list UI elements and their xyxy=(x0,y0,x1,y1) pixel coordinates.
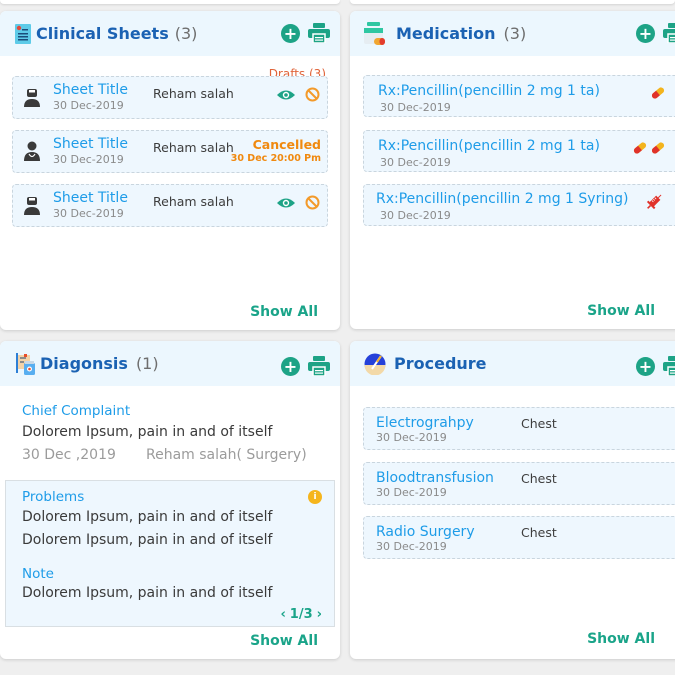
doctor-icon xyxy=(24,197,40,215)
pill-icon xyxy=(651,142,665,154)
info-icon[interactable]: i xyxy=(308,490,322,504)
procedure-site: Chest xyxy=(521,416,557,431)
card-above-right xyxy=(350,0,675,4)
medication-count: (3) xyxy=(503,24,527,43)
pill-icon xyxy=(633,142,647,154)
sheet-date: 30 Dec-2019 xyxy=(53,153,124,166)
procedure-row[interactable]: Radio Surgery 30 Dec-2019 Chest xyxy=(363,516,675,559)
note-label: Note xyxy=(22,566,54,582)
procedure-date: 30 Dec-2019 xyxy=(376,486,447,499)
diagnosis-pager: ‹ 1/3 › xyxy=(280,607,322,622)
diagnosis-date: 30 Dec ,2019 xyxy=(22,447,116,463)
diagnosis-actions: + xyxy=(281,356,330,376)
sheet-date: 30 Dec-2019 xyxy=(53,207,124,220)
sheet-title[interactable]: Sheet Title xyxy=(53,82,128,98)
cancelled-time: 30 Dec 20:00 Pm xyxy=(230,153,321,164)
medication-date: 30 Dec-2019 xyxy=(380,156,451,169)
medication-title: Medication xyxy=(396,24,496,43)
clinical-sheets-title: Clinical Sheets xyxy=(36,24,169,43)
medication-title-text[interactable]: Rx:Pencillin(pencillin 2 mg 1 ta) xyxy=(378,83,600,99)
medication-date: 30 Dec-2019 xyxy=(380,209,451,222)
diagnosis-title: Diagonsis xyxy=(40,354,128,373)
cancel-ban-icon[interactable] xyxy=(305,195,320,210)
procedure-row[interactable]: Bloodtransfusion 30 Dec-2019 Chest xyxy=(363,462,675,505)
clinical-sheets-card: Clinical Sheets (3) + Drafts (3) Sheet T… xyxy=(0,11,340,330)
problems-label: Problems xyxy=(22,489,85,505)
clinical-sheet-row[interactable]: Sheet Title 30 Dec-2019 Reham salah Canc… xyxy=(12,130,328,173)
diagnosis-count: (1) xyxy=(135,354,159,373)
clinical-sheets-actions: + xyxy=(281,23,330,43)
procedure-title: Procedure xyxy=(394,354,487,373)
syringe-icon xyxy=(646,194,662,210)
add-clinical-sheet-button[interactable]: + xyxy=(281,23,300,43)
medication-row[interactable]: Rx:Pencillin(pencillin 2 mg 1 ta) 30 Dec… xyxy=(363,75,675,117)
chief-complaint-text: Dolorem Ipsum, pain in and of itself xyxy=(22,424,273,440)
sheet-author: Reham salah xyxy=(153,140,234,155)
medication-show-all[interactable]: Show All xyxy=(587,303,655,319)
view-eye-icon[interactable] xyxy=(277,197,295,209)
note-text: Dolorem Ipsum, pain in and of itself xyxy=(22,585,273,601)
cancelled-status: Cancelled xyxy=(252,137,321,152)
clinical-sheet-row[interactable]: Sheet Title 30 Dec-2019 Reham salah xyxy=(12,184,328,227)
procedure-site: Chest xyxy=(521,525,557,540)
procedure-name[interactable]: Electrograhpy xyxy=(376,415,474,431)
procedure-name[interactable]: Radio Surgery xyxy=(376,524,475,540)
pill-icon xyxy=(651,87,665,99)
sheet-author: Reham salah xyxy=(153,86,234,101)
procedure-date: 30 Dec-2019 xyxy=(376,540,447,553)
card-above-left xyxy=(0,0,340,4)
diagnosis-author: Reham salah( Surgery) xyxy=(146,447,307,463)
procedure-actions: + xyxy=(636,356,675,376)
procedure-card: Procedure + Electrograhpy 30 Dec-2019 Ch… xyxy=(350,341,675,659)
clinical-sheet-row[interactable]: Sheet Title 30 Dec-2019 Reham salah xyxy=(12,76,328,119)
nurse-icon xyxy=(24,141,40,161)
medication-row[interactable]: Rx:Pencillin(pencillin 2 mg 1 ta) 30 Dec… xyxy=(363,130,675,172)
doctor-icon xyxy=(24,89,40,107)
procedure-site: Chest xyxy=(521,471,557,486)
medication-bottle-icon xyxy=(364,21,385,45)
chief-complaint-label: Chief Complaint xyxy=(22,403,131,419)
print-diagnosis-button[interactable] xyxy=(308,356,330,376)
print-procedure-button[interactable] xyxy=(663,356,675,376)
sheet-date: 30 Dec-2019 xyxy=(53,99,124,112)
print-clinical-sheets-button[interactable] xyxy=(308,23,330,43)
clinical-sheets-show-all[interactable]: Show All xyxy=(250,304,318,320)
diagnosis-card: Diagonsis (1) + Chief Complaint Dolorem … xyxy=(0,341,340,659)
medication-date: 30 Dec-2019 xyxy=(380,101,451,114)
clinical-sheet-icon xyxy=(15,23,31,44)
cancel-ban-icon[interactable] xyxy=(305,87,320,102)
procedure-name[interactable]: Bloodtransfusion xyxy=(376,470,494,486)
medication-row[interactable]: Rx:Pencillin(pencillin 2 mg 1 Syring) 30… xyxy=(363,184,675,226)
pager-prev-button[interactable]: ‹ xyxy=(280,607,285,622)
procedure-gauge-icon xyxy=(364,353,386,375)
procedure-row[interactable]: Electrograhpy 30 Dec-2019 Chest xyxy=(363,407,675,450)
medication-actions: + xyxy=(636,23,675,43)
add-procedure-button[interactable]: + xyxy=(636,356,655,376)
diagnosis-show-all[interactable]: Show All xyxy=(250,633,318,649)
add-diagnosis-button[interactable]: + xyxy=(281,356,300,376)
diagnosis-header: Diagonsis (1) + xyxy=(0,341,340,386)
medication-title-text[interactable]: Rx:Pencillin(pencillin 2 mg 1 ta) xyxy=(378,138,600,154)
view-eye-icon[interactable] xyxy=(277,89,295,101)
medication-card: Medication (3) + Rx:Pencillin(pencillin … xyxy=(350,11,675,329)
medication-header: Medication (3) + xyxy=(350,11,675,56)
sheet-author: Reham salah xyxy=(153,194,234,209)
procedure-show-all[interactable]: Show All xyxy=(587,631,655,647)
sheet-title[interactable]: Sheet Title xyxy=(53,136,128,152)
medication-title-text[interactable]: Rx:Pencillin(pencillin 2 mg 1 Syring) xyxy=(376,191,628,207)
print-medication-button[interactable] xyxy=(663,23,675,43)
sheet-title[interactable]: Sheet Title xyxy=(53,190,128,206)
pager-current: 1/3 xyxy=(289,607,313,622)
problems-panel: Problems i Dolorem Ipsum, pain in and of… xyxy=(5,480,335,627)
problem-item: Dolorem Ipsum, pain in and of itself xyxy=(22,509,273,525)
clinical-sheets-header: Clinical Sheets (3) + xyxy=(0,11,340,56)
clinical-sheets-count: (3) xyxy=(174,24,198,43)
pager-next-button[interactable]: › xyxy=(317,607,322,622)
procedure-date: 30 Dec-2019 xyxy=(376,431,447,444)
add-medication-button[interactable]: + xyxy=(636,23,655,43)
procedure-header: Procedure + xyxy=(350,341,675,386)
diagnosis-icon xyxy=(16,352,35,375)
problem-item: Dolorem Ipsum, pain in and of itself xyxy=(22,532,273,548)
